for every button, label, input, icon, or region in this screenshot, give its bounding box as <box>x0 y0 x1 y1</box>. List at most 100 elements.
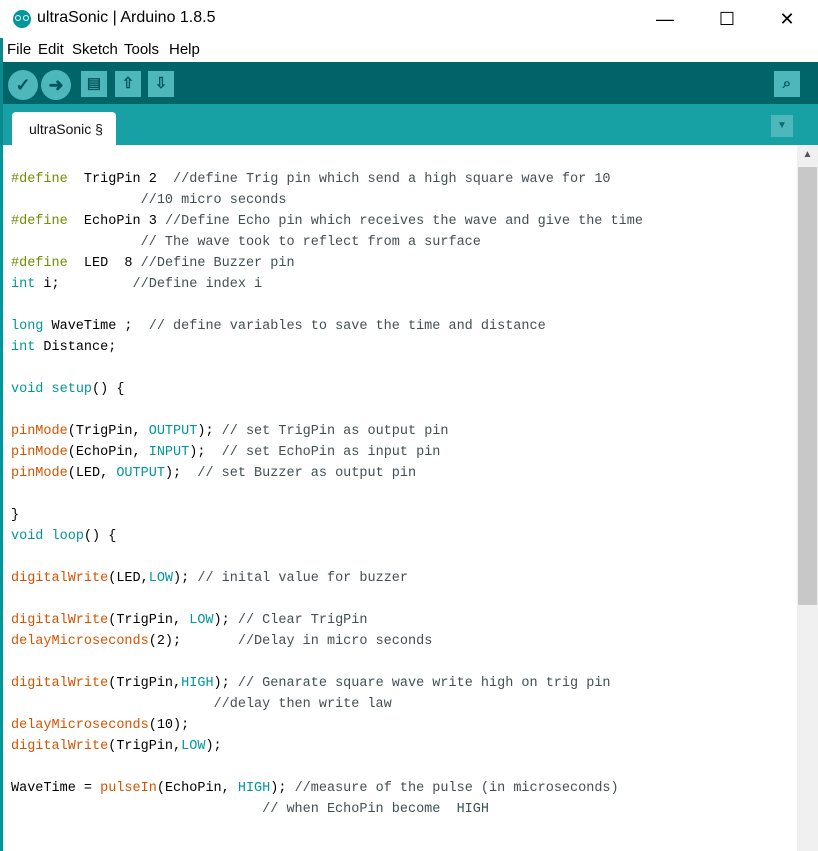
code-token: pulseIn <box>100 781 157 796</box>
code-token: OUTPUT <box>148 424 198 439</box>
code-token: (LED, <box>108 571 149 586</box>
code-line: pinMode(TrigPin, OUTPUT); // set TrigPin… <box>11 421 643 442</box>
code-line: #define LED 8 //Define Buzzer pin <box>11 253 643 274</box>
code-token: delayMicroseconds <box>11 718 149 733</box>
verify-button[interactable]: ✓ <box>8 70 38 100</box>
menu-help[interactable]: Help <box>169 41 200 58</box>
code-token: ); <box>213 676 238 691</box>
code-token: LOW <box>181 739 206 754</box>
code-token: ); <box>213 613 238 628</box>
code-token: digitalWrite <box>11 739 109 754</box>
menu-edit[interactable]: Edit <box>38 41 64 58</box>
code-token: // The wave took to reflect from a surfa… <box>11 235 481 250</box>
code-token: EchoPin 3 <box>67 214 165 229</box>
arduino-logo-icon <box>13 10 31 28</box>
tab-label: ultraSonic § <box>29 121 103 137</box>
code-token: int <box>11 277 36 292</box>
scroll-up-icon[interactable]: ▲ <box>797 145 818 165</box>
code-token: ); <box>173 571 198 586</box>
code-line: int Distance; <box>11 337 643 358</box>
save-sketch-button[interactable]: ⇩ <box>148 71 174 97</box>
code-token: LOW <box>189 613 214 628</box>
code-token: long <box>11 319 44 334</box>
close-button[interactable]: ✕ <box>760 0 814 38</box>
tab-ultrasonic[interactable]: ultraSonic § <box>12 112 116 145</box>
code-token: (EchoPin, <box>67 445 149 460</box>
code-token: () { <box>92 382 125 397</box>
code-token: delayMicroseconds <box>11 634 149 649</box>
code-token: #define <box>11 214 68 229</box>
scroll-thumb[interactable] <box>798 167 817 605</box>
code-editor[interactable]: #define TrigPin 2 //define Trig pin whic… <box>0 145 797 851</box>
code-token: i; <box>35 277 133 292</box>
code-token: (2); <box>148 634 238 649</box>
code-token: // set Buzzer as output pin <box>189 466 417 481</box>
code-token: HIGH <box>237 781 271 796</box>
menu-tools[interactable]: Tools <box>124 41 159 58</box>
code-token: TrigPin 2 <box>67 172 174 187</box>
code-token: pinMode <box>11 445 68 460</box>
code-token: (LED, <box>67 466 117 481</box>
new-sketch-button[interactable]: ▤ <box>81 71 107 97</box>
code-token: digitalWrite <box>11 613 109 628</box>
code-line: } <box>11 505 643 526</box>
code-token: ); <box>205 739 222 754</box>
minimize-button[interactable]: — <box>638 0 692 38</box>
code-token: WaveTime ; <box>43 319 149 334</box>
tab-menu-dropdown-icon[interactable]: ▼ <box>771 115 793 137</box>
menu-bar: File Edit Sketch Tools Help <box>0 38 818 62</box>
code-token: //Define Buzzer pin <box>140 256 295 271</box>
menu-sketch[interactable]: Sketch <box>72 41 118 58</box>
code-token: //Delay in micro seconds <box>237 634 433 649</box>
code-line: int i; //Define index i <box>11 274 643 295</box>
code-token: // when EchoPin become HIGH <box>11 802 489 817</box>
code-token: Distance; <box>35 340 117 355</box>
code-token: loop <box>51 529 84 544</box>
vertical-scrollbar[interactable]: ▲ <box>797 145 818 851</box>
serial-monitor-button[interactable]: ⌕ <box>774 71 800 97</box>
menu-file[interactable]: File <box>7 41 31 58</box>
code-token: // Clear TrigPin <box>237 613 368 628</box>
code-token: ); <box>197 424 222 439</box>
code-token: LOW <box>148 571 174 586</box>
code-text: #define TrigPin 2 //define Trig pin whic… <box>11 169 643 820</box>
code-line: #define EchoPin 3 //Define Echo pin whic… <box>11 211 643 232</box>
code-line: pinMode(EchoPin, INPUT); // set EchoPin … <box>11 442 643 463</box>
code-line: delayMicroseconds(2); //Delay in micro s… <box>11 631 643 652</box>
maximize-button[interactable]: ☐ <box>700 0 754 38</box>
title-bar: ultraSonic | Arduino 1.8.5 — ☐ ✕ <box>0 0 818 38</box>
code-line: long WaveTime ; // define variables to s… <box>11 316 643 337</box>
code-token: void <box>11 382 44 397</box>
code-line: digitalWrite(TrigPin,HIGH); // Genarate … <box>11 673 643 694</box>
code-token: (TrigPin, <box>108 676 182 691</box>
code-token: WaveTime = <box>11 781 101 796</box>
code-token: (TrigPin, <box>108 739 182 754</box>
code-line: //10 micro seconds <box>11 190 643 211</box>
code-token: ); <box>164 466 190 481</box>
toolbar: ✓ ➜ ▤ ⇧ ⇩ ⌕ <box>0 62 818 104</box>
code-token: (TrigPin, <box>67 424 149 439</box>
code-token: (TrigPin, <box>108 613 190 628</box>
code-token: INPUT <box>148 445 190 460</box>
code-token: setup <box>51 382 93 397</box>
open-sketch-button[interactable]: ⇧ <box>115 71 141 97</box>
code-token: // Genarate square wave write high on tr… <box>237 676 611 691</box>
code-line: // The wave took to reflect from a surfa… <box>11 232 643 253</box>
code-token: //Define index i <box>132 277 263 292</box>
upload-button[interactable]: ➜ <box>41 70 71 100</box>
code-line: // when EchoPin become HIGH <box>11 799 643 820</box>
code-token: () { <box>83 529 117 544</box>
code-token: #define <box>11 256 68 271</box>
code-token: #define <box>11 172 68 187</box>
code-line: pinMode(LED, OUTPUT); // set Buzzer as o… <box>11 463 643 484</box>
code-token: } <box>11 508 20 523</box>
code-line: digitalWrite(LED,LOW); // inital value f… <box>11 568 643 589</box>
